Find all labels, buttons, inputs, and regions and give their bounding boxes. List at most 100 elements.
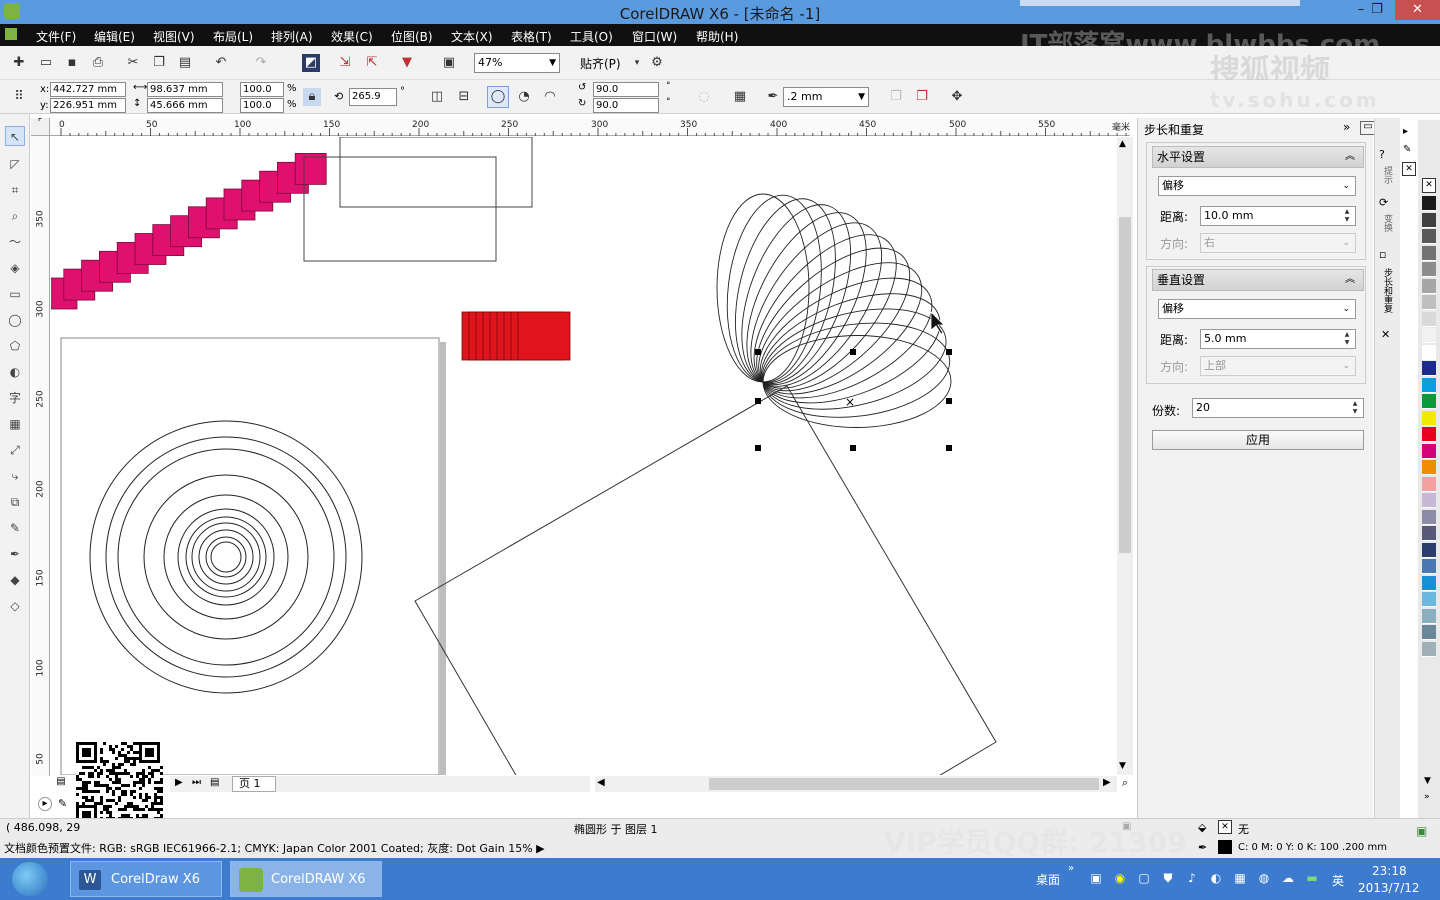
- palette-swatch[interactable]: [1422, 344, 1436, 360]
- fan-ellipse[interactable]: [722, 194, 891, 403]
- fan-ellipse[interactable]: [757, 313, 955, 428]
- selection-handle[interactable]: [755, 349, 761, 355]
- scale-y-input[interactable]: 100.0: [240, 98, 284, 113]
- shape-tool-icon[interactable]: ◸: [5, 154, 25, 174]
- fan-ellipse[interactable]: [728, 211, 921, 413]
- horizontal-ruler[interactable]: 0 50 100 150 200 250 300 350 400 450 500…: [50, 118, 1130, 136]
- palette-swatch[interactable]: [1422, 196, 1436, 211]
- mirror-vertical-icon[interactable]: ⊟: [455, 88, 473, 106]
- tray-qq-icon[interactable]: ◍: [1256, 870, 1272, 886]
- import-icon[interactable]: ⇲: [336, 54, 354, 72]
- cut-icon[interactable]: ✂: [124, 54, 142, 72]
- zoom-tool-icon[interactable]: ⌕: [5, 206, 25, 226]
- selection-handle[interactable]: [755, 398, 761, 404]
- start-angle-input[interactable]: 90.0: [593, 82, 659, 97]
- mirror-horizontal-icon[interactable]: ◫: [428, 88, 446, 106]
- tray-image-icon[interactable]: ▦: [1232, 870, 1248, 886]
- width-input[interactable]: 98.637 mm: [147, 82, 223, 97]
- color-profile-text[interactable]: 文档颜色预置文件: RGB: sRGB IEC61966-2.1; CMYK: …: [4, 840, 545, 856]
- fill-none-icon[interactable]: ✕: [1218, 820, 1232, 834]
- scroll-right-icon[interactable]: ▶: [1103, 777, 1111, 788]
- palette-scroll-down-icon[interactable]: ▼: [1424, 776, 1431, 786]
- scroll-left-icon[interactable]: ◀: [597, 777, 605, 788]
- full-screen-icon[interactable]: ▣: [440, 54, 458, 72]
- palette-swatch[interactable]: [1422, 575, 1436, 591]
- palette-swatch[interactable]: [1422, 443, 1436, 459]
- fill-tool-icon[interactable]: ◆: [5, 570, 25, 590]
- spinner-icon[interactable]: ▲ ▼: [1340, 331, 1354, 347]
- zoom-navigator-icon[interactable]: ⌕: [1117, 776, 1133, 792]
- publish-pdf-icon[interactable]: ▼: [398, 54, 416, 72]
- fan-ellipse[interactable]: [717, 190, 831, 388]
- fan-ellipse[interactable]: [718, 188, 852, 393]
- end-angle-input[interactable]: 90.0: [593, 98, 659, 113]
- palette-scroll-up-icon[interactable]: ▸: [1403, 126, 1408, 137]
- outline-tool-icon[interactable]: ✒: [5, 544, 25, 564]
- add-page-front-icon[interactable]: ▤: [51, 776, 71, 792]
- drawing-canvas[interactable]: ×: [51, 137, 1117, 775]
- horizontal-mode-select[interactable]: 偏移 ⌄: [1158, 176, 1356, 196]
- new-icon[interactable]: ✚: [10, 54, 28, 72]
- search-content-icon[interactable]: ◩: [302, 54, 320, 72]
- table-tool-icon[interactable]: ▦: [5, 414, 25, 434]
- vertical-distance-input[interactable]: 5.0 mm ▲ ▼: [1200, 329, 1356, 349]
- connector-tool-icon[interactable]: ⤷: [5, 466, 25, 486]
- interactive-fill-icon[interactable]: ◇: [5, 596, 25, 616]
- rectangle-outline[interactable]: [303, 156, 497, 262]
- spinner-icon[interactable]: ▲ ▼: [1348, 400, 1362, 416]
- basic-shapes-icon[interactable]: ◐: [5, 362, 25, 382]
- menu-arrange[interactable]: 排列(A): [271, 28, 313, 45]
- outline-color-swatch[interactable]: [1218, 840, 1232, 854]
- fan-ellipse[interactable]: [732, 223, 934, 417]
- undo-icon[interactable]: ↶: [212, 54, 230, 72]
- rectangle-tool-icon[interactable]: ▭: [5, 284, 25, 304]
- menu-file[interactable]: 文件(F): [36, 28, 76, 45]
- vertical-settings-header[interactable]: 垂直设置 ︽: [1152, 269, 1364, 291]
- zoom-level-select[interactable]: 47% ▼: [474, 53, 560, 73]
- rotation-input[interactable]: 265.9: [349, 88, 397, 106]
- no-fill-swatch-icon[interactable]: ✕: [1422, 178, 1436, 193]
- arc-mode-icon[interactable]: ◠: [541, 88, 559, 106]
- tray-network-icon[interactable]: ▣: [1088, 870, 1104, 886]
- horizontal-scrollbar[interactable]: ◀ ▶: [595, 776, 1117, 792]
- palette-swatch[interactable]: [1422, 559, 1436, 574]
- ime-indicator[interactable]: 英: [1332, 872, 1344, 889]
- pink-square[interactable]: [294, 152, 327, 185]
- step-repeat-tab-icon[interactable]: ▫: [1379, 248, 1386, 261]
- transform-tab[interactable]: 变换: [1381, 214, 1394, 232]
- toolbar-expand-icon[interactable]: »: [1068, 863, 1074, 874]
- palette-swatch[interactable]: [1422, 212, 1436, 228]
- freehand-tool-icon[interactable]: 〜: [5, 232, 25, 252]
- menu-text[interactable]: 文本(X): [451, 28, 493, 45]
- x-position-input[interactable]: 442.727 mm: [50, 82, 126, 97]
- palette-swatch[interactable]: [1422, 542, 1436, 558]
- palette-swatch[interactable]: [1422, 278, 1436, 294]
- transform-tab-icon[interactable]: ⟳: [1379, 196, 1388, 209]
- fan-ellipse[interactable]: [762, 335, 952, 428]
- palette-swatch[interactable]: [1422, 526, 1436, 541]
- tray-security-icon[interactable]: ◐: [1208, 870, 1224, 886]
- outline-pen-status-icon[interactable]: ✒: [1198, 841, 1207, 854]
- apply-button[interactable]: 应用: [1152, 430, 1364, 450]
- options-icon[interactable]: ⚙: [648, 54, 666, 72]
- vertical-ruler[interactable]: 350 300 250 200 150 100 50: [31, 136, 50, 776]
- menu-edit[interactable]: 编辑(E): [94, 28, 135, 45]
- ruler-origin[interactable]: ⌜: [31, 118, 50, 136]
- scale-x-input[interactable]: 100.0: [240, 82, 284, 97]
- outline-width-select[interactable]: .2 mm ▼: [783, 87, 869, 107]
- menu-window[interactable]: 窗口(W): [632, 28, 677, 45]
- dimension-tool-icon[interactable]: ⤢: [5, 440, 25, 460]
- palette-swatch[interactable]: [1422, 262, 1436, 277]
- palette-swatch[interactable]: [1422, 427, 1436, 442]
- convert-to-curves-icon[interactable]: ✥: [948, 88, 966, 106]
- tray-shield-icon[interactable]: ⛊: [1160, 870, 1176, 886]
- pie-mode-icon[interactable]: ◔: [515, 88, 533, 106]
- desktop-toolbar-label[interactable]: 桌面: [1036, 871, 1060, 888]
- menu-effects[interactable]: 效果(C): [331, 28, 373, 45]
- tray-volume-icon[interactable]: ♪: [1184, 870, 1200, 886]
- step-repeat-tab[interactable]: 步长和重复: [1381, 268, 1394, 313]
- palette-expand-icon[interactable]: »: [1424, 792, 1430, 802]
- add-page-icon[interactable]: ▤: [210, 777, 219, 788]
- palette-swatch[interactable]: [1422, 410, 1436, 426]
- selection-handle[interactable]: [850, 349, 856, 355]
